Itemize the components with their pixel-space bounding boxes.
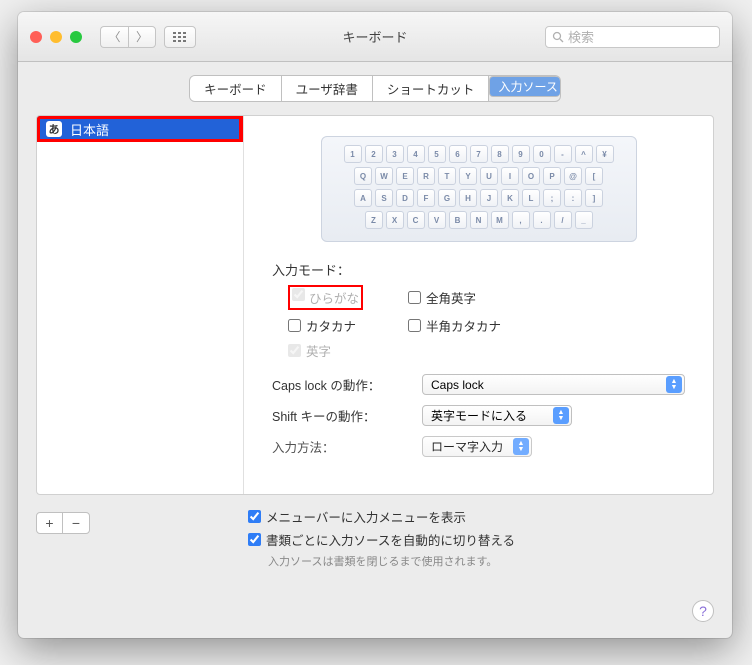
add-remove-buttons: + − <box>36 512 90 534</box>
window-controls <box>30 31 82 43</box>
chevron-updown-icon: ▲▼ <box>513 438 529 455</box>
add-button[interactable]: + <box>37 513 63 533</box>
tab-shortcuts[interactable]: ショートカット <box>373 76 490 101</box>
back-button[interactable]: 〈 <box>100 26 128 48</box>
japanese-glyph-icon: あ <box>46 121 62 137</box>
search-placeholder: 検索 <box>568 27 594 46</box>
checkbox-zenkaku-eiji[interactable]: 全角英字 <box>408 285 528 310</box>
titlebar: 〈 〉 キーボード 検索 <box>18 12 732 62</box>
tab-user-dictionary[interactable]: ユーザ辞書 <box>282 76 373 101</box>
input-mode-label: 入力モード： <box>272 260 685 279</box>
zoom-icon[interactable] <box>70 31 82 43</box>
minimize-icon[interactable] <box>50 31 62 43</box>
show-all-button[interactable] <box>164 26 196 48</box>
nav-buttons: 〈 〉 <box>100 26 156 48</box>
search-input[interactable]: 検索 <box>545 26 720 48</box>
checkbox-show-in-menubar[interactable]: メニューバーに入力メニューを表示 <box>248 507 714 526</box>
forward-button[interactable]: 〉 <box>128 26 156 48</box>
bottom-options: メニューバーに入力メニューを表示 書類ごとに入力ソースを自動的に切り替える 入力… <box>248 507 714 569</box>
chevron-updown-icon: ▲▼ <box>666 376 682 393</box>
hint-text: 入力ソースは書類を閉じるまで使用されます。 <box>268 553 714 569</box>
checkbox-hankaku-katakana[interactable]: 半角カタカナ <box>408 316 528 335</box>
window-title: キーボード <box>342 27 407 46</box>
checkbox-hiragana: ひらがな <box>288 285 398 310</box>
sidebar-item-label: 日本語 <box>70 120 109 139</box>
keyboard-preview: 1234567890-^¥QWERTYUIOP@[ASDFGHJKL;:]ZXC… <box>321 136 637 242</box>
caps-lock-label: Caps lock の動作： <box>272 375 412 394</box>
input-method-label: 入力方法： <box>272 437 412 456</box>
tab-bar: キーボード ユーザ辞書 ショートカット 入力ソース <box>18 62 732 115</box>
remove-button[interactable]: − <box>63 513 89 533</box>
help-button[interactable]: ? <box>692 600 714 622</box>
close-icon[interactable] <box>30 31 42 43</box>
preferences-window: 〈 〉 キーボード 検索 キーボード ユーザ辞書 ショートカット 入力ソース あ… <box>18 12 732 638</box>
shift-key-label: Shift キーの動作： <box>272 406 412 425</box>
tab-input-sources[interactable]: 入力ソース <box>489 76 559 97</box>
input-method-select[interactable]: ローマ字入力 ▲▼ <box>422 436 532 457</box>
chevron-updown-icon: ▲▼ <box>553 407 569 424</box>
checkbox-eiji: 英字 <box>288 341 398 360</box>
input-source-list: あ 日本語 <box>37 116 244 494</box>
detail-pane: 1234567890-^¥QWERTYUIOP@[ASDFGHJKL;:]ZXC… <box>244 116 713 494</box>
sidebar-item-japanese[interactable]: あ 日本語 <box>37 116 243 142</box>
checkbox-katakana[interactable]: カタカナ <box>288 316 398 335</box>
shift-key-select[interactable]: 英字モードに入る ▲▼ <box>422 405 572 426</box>
tab-keyboard[interactable]: キーボード <box>190 76 282 101</box>
caps-lock-select[interactable]: Caps lock ▲▼ <box>422 374 685 395</box>
checkbox-auto-switch[interactable]: 書類ごとに入力ソースを自動的に切り替える <box>248 530 714 549</box>
search-icon <box>552 31 564 43</box>
main-panel: あ 日本語 1234567890-^¥QWERTYUIOP@[ASDFGHJKL… <box>36 115 714 495</box>
